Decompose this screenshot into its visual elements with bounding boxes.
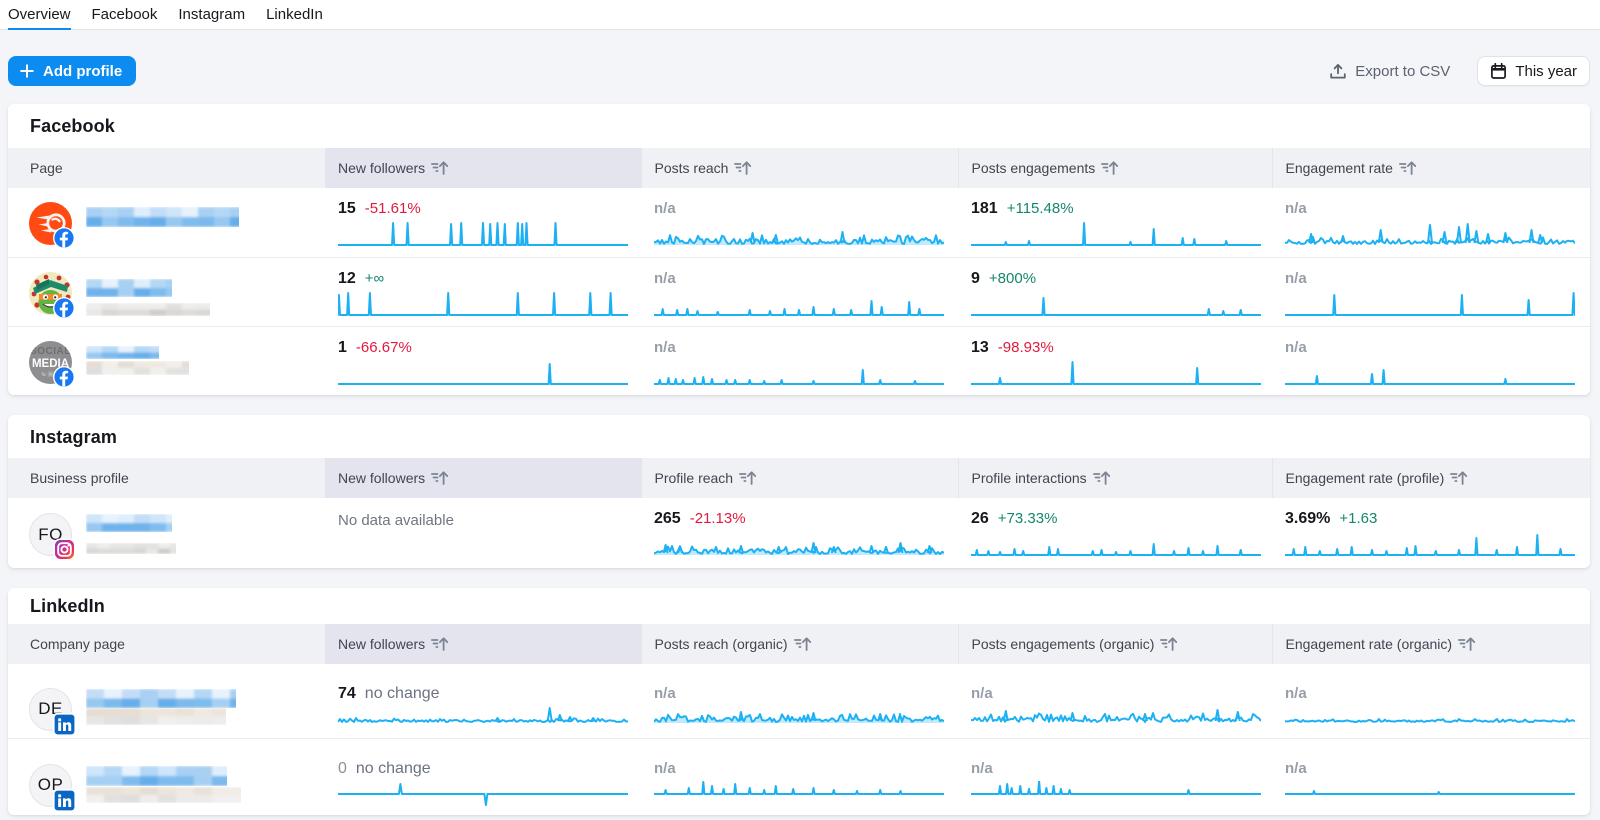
svg-text:SOCIAL: SOCIAL [30,346,71,357]
